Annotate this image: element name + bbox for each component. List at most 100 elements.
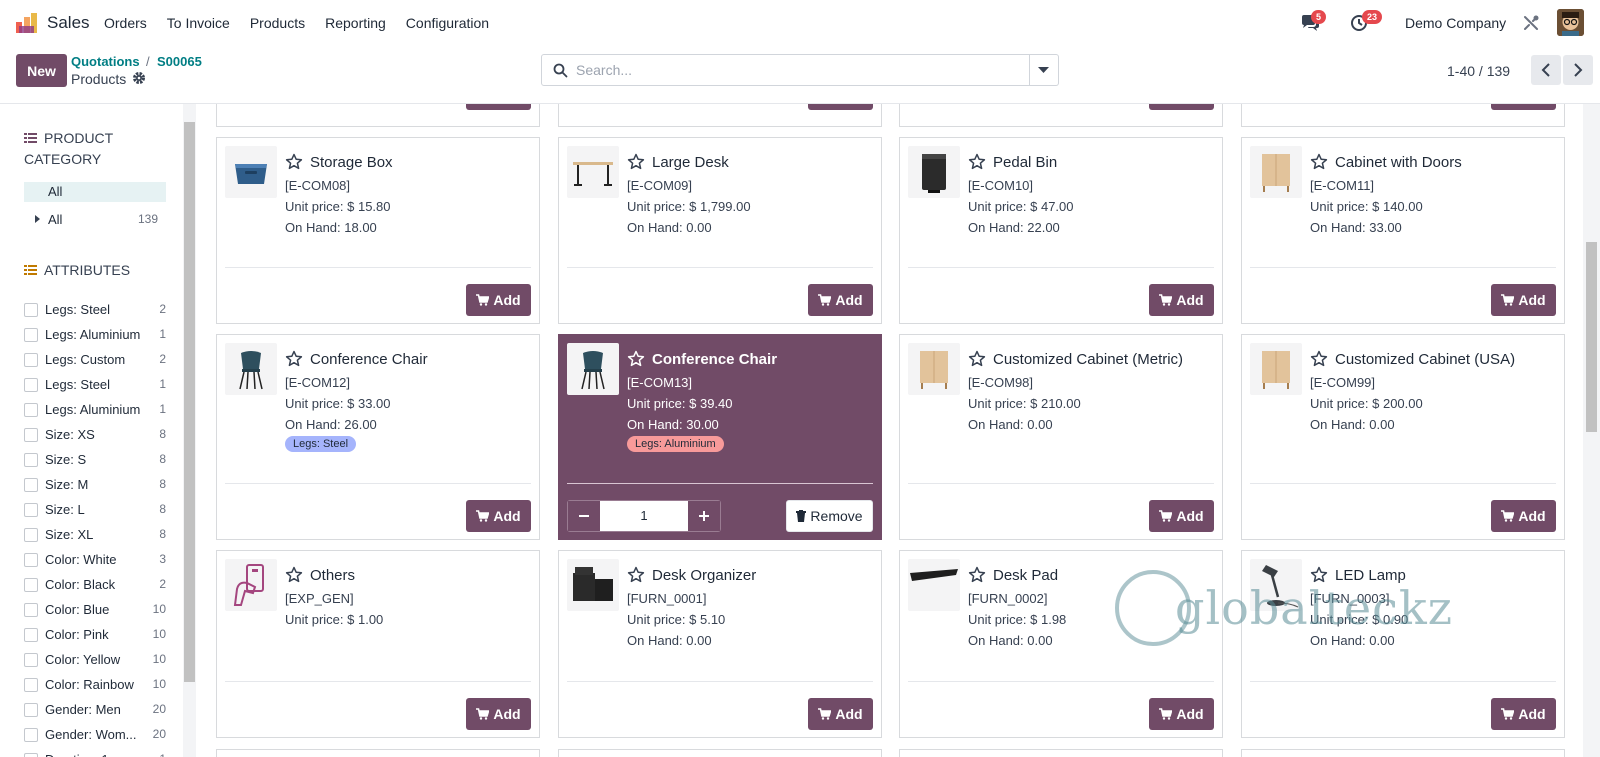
attribute-filter-item[interactable]: Size: XL 8 (24, 527, 166, 545)
attribute-checkbox[interactable] (24, 503, 38, 517)
menu-orders[interactable]: Orders (104, 15, 147, 31)
favorite-star-icon[interactable] (285, 566, 303, 584)
favorite-star-icon[interactable] (1310, 566, 1328, 584)
pager-next-button[interactable] (1563, 55, 1593, 85)
attribute-filter-item[interactable]: Color: Rainbow 10 (24, 677, 166, 695)
attribute-filter-item[interactable]: Size: M 8 (24, 477, 166, 495)
product-card[interactable]: Conference Chair [E-COM13] Unit price: $ 3… (558, 334, 882, 540)
attribute-filter-item[interactable]: Legs: Custom 2 (24, 352, 166, 370)
attribute-filter-item[interactable]: Legs: Steel 1 (24, 377, 166, 395)
category-all-active[interactable]: All (24, 182, 166, 202)
add-product-button[interactable]: Add (1491, 284, 1556, 316)
attribute-filter-item[interactable]: Color: Blue 10 (24, 602, 166, 620)
attribute-filter-item[interactable]: Size: XS 8 (24, 427, 166, 445)
main-scrollbar[interactable] (1583, 104, 1600, 757)
attribute-checkbox[interactable] (24, 303, 38, 317)
menu-reporting[interactable]: Reporting (325, 15, 386, 31)
favorite-star-icon[interactable] (968, 350, 986, 368)
pager-value[interactable]: 1-40 / 139 (1447, 63, 1510, 79)
attribute-checkbox[interactable] (24, 728, 38, 742)
attribute-checkbox[interactable] (24, 453, 38, 467)
favorite-star-icon[interactable] (1310, 350, 1328, 368)
menu-configuration[interactable]: Configuration (406, 15, 489, 31)
product-card[interactable]: Conference Chair [E-COM12] Unit price: $ 3… (216, 334, 540, 540)
attribute-checkbox[interactable] (24, 428, 38, 442)
product-card[interactable]: Others [EXP_GEN] Unit price: $ 1.00 Add (216, 550, 540, 738)
decrease-quantity-button[interactable] (568, 501, 600, 531)
add-product-button[interactable]: Add (466, 284, 531, 316)
favorite-star-icon[interactable] (968, 566, 986, 584)
favorite-star-icon[interactable] (285, 153, 303, 171)
attribute-checkbox[interactable] (24, 403, 38, 417)
new-button[interactable]: New (16, 54, 67, 87)
product-card[interactable]: LED Lamp [FURN_0003] Unit price: $ 0.90 On … (1241, 550, 1565, 738)
attribute-checkbox[interactable] (24, 478, 38, 492)
add-product-button[interactable]: Add (466, 698, 531, 730)
favorite-star-icon[interactable] (1310, 153, 1328, 171)
product-card[interactable]: Desk Pad [FURN_0002] Unit price: $ 1.98 On … (899, 550, 1223, 738)
attribute-filter-item[interactable]: Color: Pink 10 (24, 627, 166, 645)
attribute-checkbox[interactable] (24, 703, 38, 717)
attribute-checkbox[interactable] (24, 578, 38, 592)
company-switcher[interactable]: Demo Company (1405, 15, 1506, 31)
quantity-input[interactable]: 1 (600, 501, 688, 531)
gear-icon[interactable] (132, 71, 146, 85)
attribute-checkbox[interactable] (24, 353, 38, 367)
increase-quantity-button[interactable] (688, 501, 720, 531)
add-product-button[interactable]: Add (1149, 698, 1214, 730)
attribute-checkbox[interactable] (24, 678, 38, 692)
attribute-filter-item[interactable]: Color: Yellow 10 (24, 652, 166, 670)
search-input[interactable] (576, 60, 1016, 80)
menu-products[interactable]: Products (250, 15, 305, 31)
favorite-star-icon[interactable] (285, 350, 303, 368)
favorite-star-icon[interactable] (968, 153, 986, 171)
attribute-filter-item[interactable]: Legs: Steel 2 (24, 302, 166, 320)
product-card[interactable]: Customized Cabinet (USA) [E-COM99] Unit pr… (1241, 334, 1565, 540)
remove-button[interactable]: Remove (786, 500, 873, 532)
attribute-filter-item[interactable]: Color: Black 2 (24, 577, 166, 595)
app-name[interactable]: Sales (47, 13, 90, 33)
attribute-checkbox[interactable] (24, 653, 38, 667)
favorite-star-icon[interactable] (627, 350, 645, 368)
product-card[interactable]: Storage Box [E-COM08] Unit price: $ 15.80 O… (216, 137, 540, 324)
product-card[interactable]: Desk Organizer [FURN_0001] Unit price: $ 5… (558, 550, 882, 738)
attribute-checkbox[interactable] (24, 753, 38, 757)
attribute-filter-item[interactable]: Size: L 8 (24, 502, 166, 520)
attribute-filter-item[interactable]: Color: White 3 (24, 552, 166, 570)
attribute-checkbox[interactable] (24, 553, 38, 567)
attribute-filter-item[interactable]: Gender: Wom... 20 (24, 727, 166, 745)
pager-previous-button[interactable] (1531, 55, 1561, 85)
attribute-checkbox[interactable] (24, 328, 38, 342)
product-card[interactable]: Pedal Bin [E-COM10] Unit price: $ 47.00 On … (899, 137, 1223, 324)
attribute-checkbox[interactable] (24, 603, 38, 617)
sales-app-logo-icon[interactable] (16, 13, 38, 33)
attribute-filter-item[interactable]: Legs: Aluminium 1 (24, 327, 166, 345)
product-card[interactable]: Cabinet with Doors [E-COM11] Unit price: $… (1241, 137, 1565, 324)
attribute-filter-item[interactable]: Duration: 1 year 1 (24, 752, 166, 757)
menu-to-invoice[interactable]: To Invoice (167, 15, 230, 31)
attribute-checkbox[interactable] (24, 628, 38, 642)
attribute-checkbox[interactable] (24, 528, 38, 542)
search-options-toggle[interactable] (1029, 54, 1059, 86)
attribute-filter-item[interactable]: Gender: Men 20 (24, 702, 166, 720)
breadcrumb-order[interactable]: S00065 (157, 54, 202, 69)
caret-right-icon[interactable] (35, 215, 40, 223)
attribute-checkbox[interactable] (24, 378, 38, 392)
user-avatar[interactable] (1557, 9, 1584, 36)
attribute-filter-item[interactable]: Size: S 8 (24, 452, 166, 470)
add-product-button[interactable]: Add (1491, 698, 1556, 730)
add-product-button[interactable]: Add (466, 500, 531, 532)
favorite-star-icon[interactable] (627, 566, 645, 584)
add-product-button[interactable]: Add (1491, 500, 1556, 532)
add-product-button[interactable]: Add (808, 698, 873, 730)
breadcrumb-quotations[interactable]: Quotations (71, 54, 140, 69)
favorite-star-icon[interactable] (627, 153, 645, 171)
add-product-button[interactable]: Add (1149, 284, 1214, 316)
attribute-filter-item[interactable]: Legs: Aluminium 1 (24, 402, 166, 420)
tools-icon[interactable] (1522, 14, 1540, 32)
add-product-button[interactable]: Add (808, 284, 873, 316)
product-card[interactable]: Customized Cabinet (Metric) [E-COM98] Unit… (899, 334, 1223, 540)
sidebar-scrollbar[interactable] (183, 104, 196, 757)
product-card[interactable]: Large Desk [E-COM09] Unit price: $ 1,799.0… (558, 137, 882, 324)
add-product-button[interactable]: Add (1149, 500, 1214, 532)
